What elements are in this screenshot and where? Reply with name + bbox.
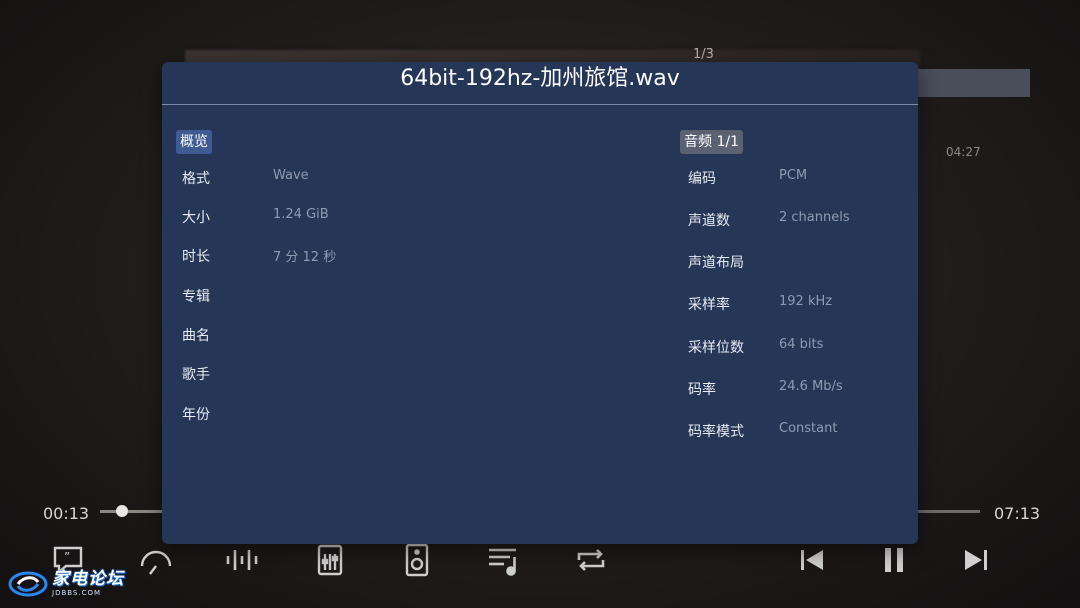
previous-button[interactable] xyxy=(792,540,832,580)
pause-button[interactable] xyxy=(874,540,914,580)
audio-key: 码率 xyxy=(688,382,716,398)
overview-key: 大小 xyxy=(182,210,210,226)
background-duration: 04:27 xyxy=(946,145,981,159)
audio-value: PCM xyxy=(779,168,808,183)
audio-key: 采样率 xyxy=(688,297,730,313)
equalizer-button[interactable] xyxy=(310,540,350,580)
overview-value: 1.24 GiB xyxy=(273,207,329,222)
repeat-icon xyxy=(577,549,605,571)
audio-key: 码率模式 xyxy=(688,424,744,440)
media-info-dialog: 64bit-192hz-加州旅馆.wav 概览 音频 1/1 格式 Wave 大… xyxy=(162,62,918,544)
audio-wave-icon xyxy=(226,550,258,570)
overview-key: 曲名 xyxy=(182,328,210,344)
audio-key: 编码 xyxy=(688,171,716,187)
audio-wave-button[interactable] xyxy=(222,540,262,580)
total-time: 07:13 xyxy=(994,504,1041,523)
playlist-icon xyxy=(489,548,516,576)
audio-value: 24.6 Mb/s xyxy=(779,379,843,394)
next-icon xyxy=(965,550,987,570)
audio-value: 64 bits xyxy=(779,337,824,352)
speaker-icon xyxy=(405,543,429,577)
audio-key: 声道数 xyxy=(688,213,730,229)
dialog-title: 64bit-192hz-加州旅馆.wav xyxy=(400,66,680,91)
overview-key: 时长 xyxy=(182,249,210,265)
audio-value: 192 kHz xyxy=(779,294,833,309)
watermark-subtext: JDBBS.COM xyxy=(52,589,102,597)
background-bar xyxy=(915,69,1030,97)
tab-overview[interactable]: 概览 xyxy=(176,130,212,154)
repeat-button[interactable] xyxy=(571,540,611,580)
overview-value: Wave xyxy=(273,168,309,183)
watermark-text: 家电论坛 xyxy=(52,569,124,589)
elapsed-time: 00:13 xyxy=(43,504,90,523)
seek-knob[interactable] xyxy=(116,505,128,517)
overview-key: 专辑 xyxy=(182,289,210,305)
speed-icon xyxy=(140,550,172,575)
audio-value: 2 channels xyxy=(779,210,850,225)
audio-key: 声道布局 xyxy=(688,255,744,271)
svg-text:”: ” xyxy=(64,550,70,564)
jdbbs-logo-icon xyxy=(8,571,48,597)
pause-icon xyxy=(885,548,903,572)
seek-bar[interactable] xyxy=(100,510,164,513)
speaker-button[interactable] xyxy=(397,540,437,580)
playlist-button[interactable] xyxy=(484,540,524,580)
overview-key: 格式 xyxy=(182,171,210,187)
previous-icon xyxy=(801,550,823,570)
overview-value: 7 分 12 秒 xyxy=(273,250,337,265)
next-button[interactable] xyxy=(956,540,996,580)
page-counter: 1/3 xyxy=(693,47,714,62)
audio-key: 采样位数 xyxy=(688,340,744,356)
title-divider xyxy=(162,104,918,105)
watermark-logo: 家电论坛 JDBBS.COM xyxy=(8,566,124,602)
overview-key: 年份 xyxy=(182,407,210,423)
speed-button[interactable] xyxy=(136,540,176,580)
overview-key: 歌手 xyxy=(182,367,210,383)
seek-bar-right[interactable] xyxy=(918,510,980,513)
tab-audio[interactable]: 音频 1/1 xyxy=(680,130,743,154)
equalizer-icon xyxy=(317,544,343,576)
audio-value: Constant xyxy=(779,421,838,436)
